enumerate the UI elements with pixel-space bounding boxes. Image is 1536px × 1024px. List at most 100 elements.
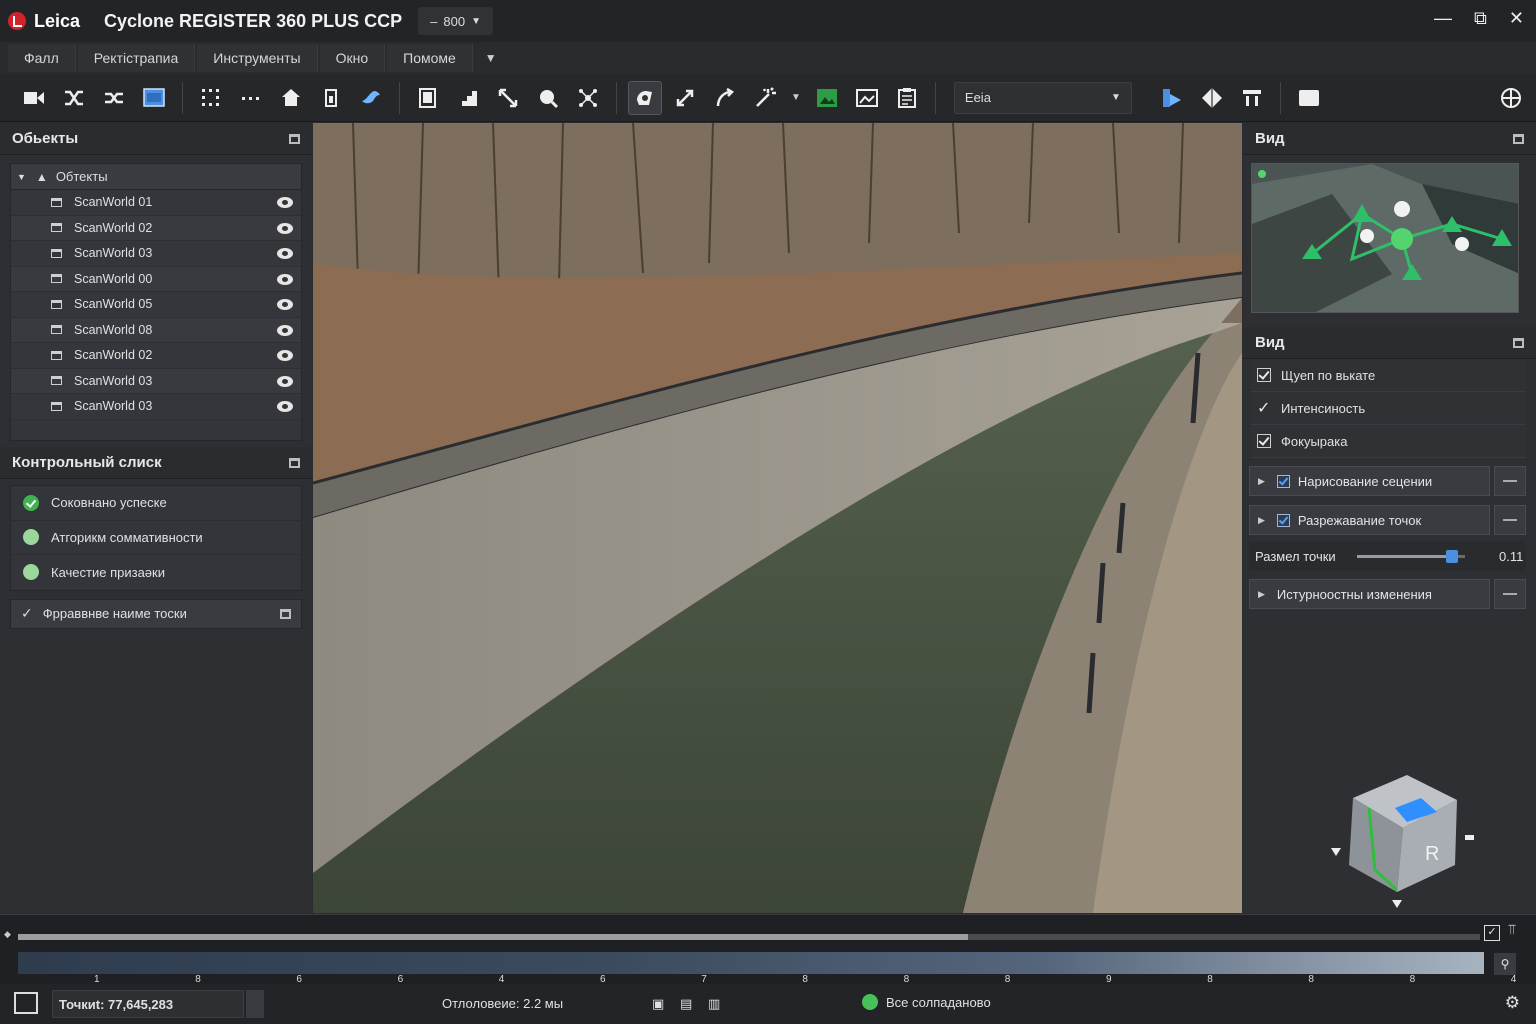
wand-icon[interactable] — [748, 81, 782, 115]
flag-icon[interactable] — [1235, 81, 1269, 115]
expander-header[interactable]: ▶ Истурноостны изменения — [1249, 579, 1490, 609]
visibility-eye-icon[interactable] — [277, 324, 293, 336]
clipboard-icon[interactable] — [890, 81, 924, 115]
checklist-item[interactable]: Соковнано успеске — [11, 486, 301, 521]
checkbox[interactable] — [1257, 434, 1271, 448]
visibility-eye-icon[interactable] — [277, 401, 293, 412]
expander-header[interactable]: ▶ Нарисование сецении — [1249, 466, 1490, 496]
dots-line-icon[interactable] — [234, 81, 268, 115]
globe-pin-icon[interactable] — [531, 81, 565, 115]
visibility-eye-icon[interactable] — [277, 248, 293, 259]
visibility-eye-icon[interactable] — [277, 273, 293, 285]
scanworld-item[interactable]: ScanWorld 01 — [11, 190, 301, 216]
network-icon[interactable] — [571, 81, 605, 115]
view-combo[interactable]: Eeia ▼ — [953, 81, 1132, 114]
dock-icon[interactable] — [289, 457, 300, 468]
cylinder-icon[interactable] — [314, 81, 348, 115]
scanworld-item[interactable]: ScanWorld 08 — [11, 317, 301, 343]
menu-help[interactable]: Помоме — [387, 44, 473, 72]
overview-map[interactable] — [1251, 163, 1519, 313]
option-intensity[interactable]: ✓ Интенсиность — [1251, 392, 1526, 425]
scanworld-item[interactable]: ScanWorld 05 — [11, 292, 301, 318]
menu-tools[interactable]: Инструменты — [197, 44, 318, 72]
checkbox[interactable] — [1257, 368, 1271, 382]
visibility-eye-icon[interactable] — [277, 375, 293, 387]
building-icon[interactable] — [14, 992, 38, 1014]
scanworld-item[interactable]: ScanWorld 02 — [11, 215, 301, 241]
arrows-icon[interactable] — [491, 81, 525, 115]
scanworld-item[interactable]: ScanWorld 00 — [11, 266, 301, 292]
rectangle-icon[interactable] — [1292, 81, 1326, 115]
navigation-cube[interactable]: R — [1325, 770, 1485, 915]
page-icon[interactable] — [411, 81, 445, 115]
expand-icon[interactable] — [668, 81, 702, 115]
visibility-eye-icon[interactable] — [277, 197, 293, 208]
slider-handle[interactable] — [1446, 549, 1459, 563]
visibility-eye-icon[interactable] — [277, 299, 293, 310]
photo-icon[interactable] — [850, 81, 884, 115]
option-focus[interactable]: Фокуырака — [1251, 425, 1526, 458]
chevron-down-icon[interactable]: ▼ — [791, 92, 801, 103]
option-color-by-scan[interactable]: Щуеп по вькате — [1251, 359, 1526, 392]
objects-tree: ▼ ▲ Обтекты ScanWorld 01 ScanWorld 02 Scan… — [10, 163, 302, 441]
refine-section[interactable]: ✓ Фрраввнве наиме тоски — [10, 598, 302, 629]
points-spinner[interactable] — [246, 990, 264, 1018]
filter-icon[interactable]: ⫪ — [1508, 921, 1516, 938]
restore-icon[interactable]: ⧉ — [1474, 8, 1487, 29]
menu-file[interactable]: Фалл — [8, 44, 76, 72]
tree-root[interactable]: ▼ ▲ Обтекты — [11, 164, 301, 190]
scanworld-item[interactable]: ScanWorld 03 — [11, 368, 301, 394]
point-cloud-viewport[interactable] — [313, 123, 1242, 913]
green-image-icon[interactable] — [810, 81, 844, 115]
menu-overflow-icon[interactable]: ▼ — [485, 51, 497, 65]
collapse-button[interactable] — [1494, 466, 1526, 496]
grid-icon[interactable]: ▥ — [708, 996, 720, 1012]
menu-registration[interactable]: Ректістрапиа — [77, 44, 196, 72]
collapse-button[interactable] — [1494, 579, 1526, 609]
camera-icon[interactable] — [17, 81, 51, 115]
shuffle-alt-icon[interactable] — [97, 81, 131, 115]
scanworld-item[interactable]: ScanWorld 03 — [11, 241, 301, 267]
version-dropdown[interactable]: – 800 ▼ — [418, 7, 493, 35]
split-view-icon[interactable] — [1155, 81, 1189, 115]
fit-checkbox-icon[interactable]: ✓ — [1484, 925, 1500, 941]
menu-window[interactable]: Окно — [319, 44, 386, 72]
list-icon[interactable]: ▤ — [680, 996, 692, 1012]
scanworld-label: ScanWorld 01 — [74, 195, 153, 210]
dots-grid-icon[interactable] — [194, 81, 228, 115]
expander-header[interactable]: ▶ Разрежавание точок — [1249, 505, 1490, 535]
collapse-icon[interactable]: ▼ — [17, 172, 26, 182]
minimize-icon[interactable]: — — [1434, 8, 1452, 29]
curve-arrow-icon[interactable] — [708, 81, 742, 115]
diamond-icon[interactable] — [1195, 81, 1229, 115]
view-mode-icon[interactable]: ▣ — [652, 996, 664, 1012]
checkbox[interactable] — [1276, 513, 1290, 527]
dock-icon[interactable] — [1513, 337, 1524, 348]
checkmark-icon[interactable]: ✓ — [1257, 398, 1271, 418]
checklist-item[interactable]: Атгорикм соммативности — [11, 521, 301, 555]
checkbox[interactable] — [1276, 474, 1290, 488]
close-icon[interactable]: ✕ — [1509, 8, 1524, 29]
point-size-slider[interactable] — [1357, 549, 1465, 563]
stairs-icon[interactable] — [451, 81, 485, 115]
bird-icon[interactable] — [354, 81, 388, 115]
scanworld-item[interactable]: ScanWorld 02 — [11, 343, 301, 369]
rotate-icon[interactable] — [628, 80, 662, 115]
visibility-eye-icon[interactable] — [277, 350, 293, 361]
settings-gear-icon[interactable]: ⚙ — [1505, 993, 1520, 1013]
checklist-item[interactable]: Качестие призаәки — [11, 555, 301, 590]
dock-icon[interactable] — [1513, 133, 1524, 144]
home-icon[interactable] — [274, 81, 308, 115]
timeline-progress[interactable] — [18, 934, 1480, 940]
monitor-icon[interactable] — [137, 81, 171, 115]
shuffle-icon[interactable] — [57, 81, 91, 115]
visibility-eye-icon[interactable] — [277, 222, 293, 234]
scanworld-item[interactable]: ScanWorld 03 — [11, 394, 301, 420]
collapse-button[interactable] — [1494, 505, 1526, 535]
timeline-start-icon[interactable]: ◆ — [4, 929, 11, 940]
dock-icon[interactable] — [289, 133, 300, 144]
globe-settings-icon[interactable] — [1494, 81, 1528, 115]
dock-icon[interactable] — [280, 608, 291, 619]
timeline-strip[interactable] — [18, 952, 1484, 974]
pin-icon[interactable]: ⚲ — [1494, 953, 1516, 975]
